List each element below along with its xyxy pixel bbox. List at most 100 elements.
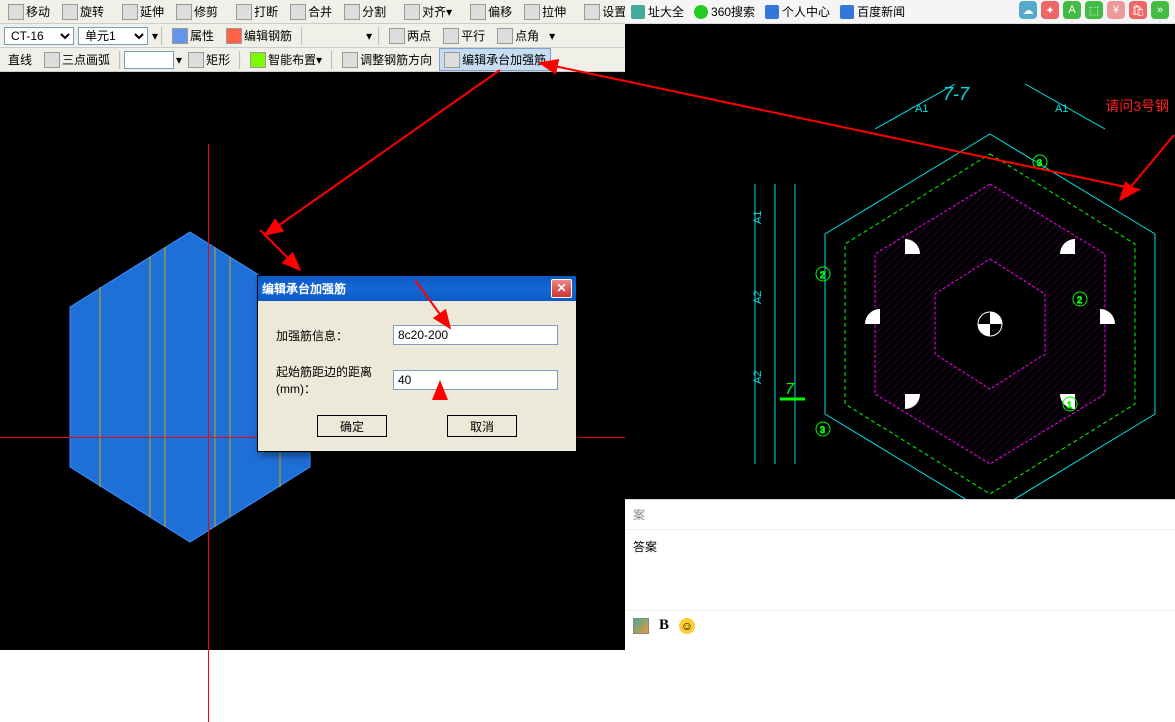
dialog-titlebar[interactable]: 编辑承台加强筋 ✕ — [258, 276, 576, 301]
editplatform-button[interactable]: 编辑承台加强筋 — [439, 48, 551, 71]
edit-rebar-icon — [226, 28, 242, 44]
extension-icon[interactable]: ⬚ — [1085, 1, 1103, 19]
translate-icon[interactable]: A — [1063, 1, 1081, 19]
arc-icon — [44, 52, 60, 68]
stretch-button[interactable]: 拉伸 — [519, 0, 571, 23]
svg-text:3: 3 — [1037, 158, 1042, 168]
answer-body: 答案 — [625, 530, 1175, 563]
arc3-button[interactable]: 三点画弧 — [39, 48, 115, 71]
props-button[interactable]: 属性 — [167, 24, 219, 47]
unit-combo[interactable]: 单元1 — [78, 27, 148, 45]
properties-icon — [172, 28, 188, 44]
editor-toolbar: B ☺ — [625, 610, 1175, 640]
offset-icon — [470, 4, 486, 20]
currency-icon[interactable]: ¥ — [1107, 1, 1125, 19]
ct-combo[interactable]: CT-16 — [4, 27, 74, 45]
break-icon — [236, 4, 252, 20]
toolbar-row-1: 移动 旋转 延伸 修剪 打断 合并 分割 对齐▾ 偏移 拉伸 设置夹点 — [0, 0, 625, 24]
twopt-button[interactable]: 两点 — [384, 24, 436, 47]
bookmark-personal[interactable]: 个人中心 — [765, 3, 830, 20]
ok-button[interactable]: 确定 — [317, 415, 387, 437]
move-icon — [8, 4, 24, 20]
ptangle-button[interactable]: 点角 — [492, 24, 544, 47]
svg-text:A2: A2 — [752, 371, 764, 384]
site-icon — [631, 5, 645, 19]
svg-text:A1: A1 — [752, 211, 764, 224]
more-icon[interactable]: » — [1151, 1, 1169, 19]
image-icon[interactable] — [633, 618, 649, 634]
browser-utility-icons: ☁ ✦ A ⬚ ¥ 🛍 » — [1019, 1, 1169, 19]
rotate-button[interactable]: 旋转 — [57, 0, 109, 23]
bookmark-360search[interactable]: 360搜索 — [694, 3, 755, 20]
shop-icon[interactable]: 🛍 — [1129, 1, 1147, 19]
dialog-close-button[interactable]: ✕ — [551, 279, 572, 298]
adjdir-button[interactable]: 调整钢筋方向 — [337, 48, 437, 71]
edit-platform-rebar-icon — [444, 52, 460, 68]
offset-button[interactable]: 偏移 — [465, 0, 517, 23]
point-angle-icon — [497, 28, 513, 44]
toolbar-separator — [378, 27, 380, 45]
split-icon — [344, 4, 360, 20]
cloud-icon[interactable]: ☁ — [1019, 1, 1037, 19]
dialog-field-dist: 起始筋距边的距离(mm)： — [276, 363, 558, 397]
svg-text:A2: A2 — [752, 291, 764, 304]
toolbar-separator — [161, 27, 163, 45]
line-button[interactable]: 直线 — [3, 48, 37, 71]
answer-panel: 案 答案 B ☺ — [625, 499, 1175, 650]
input-start-distance[interactable] — [393, 370, 558, 390]
svg-text:2: 2 — [1077, 295, 1082, 305]
dialog-body: 加强筋信息： 起始筋距边的距离(mm)： 确定 取消 — [258, 301, 576, 451]
split-button[interactable]: 分割 — [339, 0, 391, 23]
emoji-icon[interactable]: ☺ — [679, 618, 695, 634]
app-icon[interactable]: ✦ — [1041, 1, 1059, 19]
cancel-button[interactable]: 取消 — [447, 415, 517, 437]
label-start-distance: 起始筋距边的距离(mm)： — [276, 363, 393, 397]
parallel-button[interactable]: 平行 — [438, 24, 490, 47]
crosshair-vertical — [208, 144, 209, 722]
svg-text:2: 2 — [820, 270, 825, 280]
editrebar-button[interactable]: 编辑钢筋 — [221, 24, 297, 47]
toolbar-separator — [301, 27, 303, 45]
align-icon — [404, 4, 420, 20]
svg-text:7: 7 — [785, 381, 795, 398]
browser-bookmark-bar: 址大全 360搜索 个人中心 百度新闻 ☁ ✦ A ⬚ ¥ 🛍 » — [625, 0, 1175, 24]
paw-icon — [840, 5, 854, 19]
align-button[interactable]: 对齐▾ — [399, 0, 457, 23]
input-rebar-info[interactable] — [393, 325, 558, 345]
hexagon-section-drawing: A1 A1 A1 A2 A2 2 3 3 2 1 7 — [725, 84, 1175, 499]
value-input[interactable] — [124, 51, 174, 69]
hot-answer-label: 案 — [633, 506, 645, 523]
move-button[interactable]: 移动 — [3, 0, 55, 23]
dialog-button-row: 确定 取消 — [276, 415, 558, 437]
adjust-direction-icon — [342, 52, 358, 68]
toolbar-separator — [119, 51, 121, 69]
two-point-icon — [389, 28, 405, 44]
bold-button[interactable]: B — [659, 617, 669, 634]
edit-platform-rebar-dialog: 编辑承台加强筋 ✕ 加强筋信息： 起始筋距边的距离(mm)： 确定 取消 — [257, 275, 577, 452]
setgrip-icon — [584, 4, 600, 20]
rect-icon — [188, 52, 204, 68]
answer-label-text: 答案 — [633, 540, 657, 554]
toolbar-row-2: CT-16 单元1 ▾ 属性 编辑钢筋 ▾ 两点 平行 点角 ▾ — [0, 24, 625, 48]
rotate-icon — [62, 4, 78, 20]
smartplace-button[interactable]: 智能布置▾ — [245, 48, 327, 71]
break-button[interactable]: 打断 — [231, 0, 283, 23]
svg-text:A1: A1 — [915, 103, 928, 115]
paw-icon — [765, 5, 779, 19]
close-icon: ✕ — [556, 281, 566, 295]
merge-icon — [290, 4, 306, 20]
right-drawing-viewport[interactable]: 7-7 请问3号钢 — [625, 24, 1175, 499]
rect-button[interactable]: 矩形 — [183, 48, 235, 71]
dialog-field-info: 加强筋信息： — [276, 325, 558, 345]
svg-text:1: 1 — [1067, 400, 1072, 410]
left-application-pane: 移动 旋转 延伸 修剪 打断 合并 分割 对齐▾ 偏移 拉伸 设置夹点 CT-1… — [0, 0, 625, 650]
bookmark-quanzhi[interactable]: 址大全 — [631, 3, 684, 20]
bookmark-baidunews[interactable]: 百度新闻 — [840, 3, 905, 20]
dialog-title: 编辑承台加强筋 — [262, 280, 346, 297]
merge-button[interactable]: 合并 — [285, 0, 337, 23]
extend-icon — [122, 4, 138, 20]
parallel-icon — [443, 28, 459, 44]
360-icon — [694, 5, 708, 19]
extend-button[interactable]: 延伸 — [117, 0, 169, 23]
trim-button[interactable]: 修剪 — [171, 0, 223, 23]
